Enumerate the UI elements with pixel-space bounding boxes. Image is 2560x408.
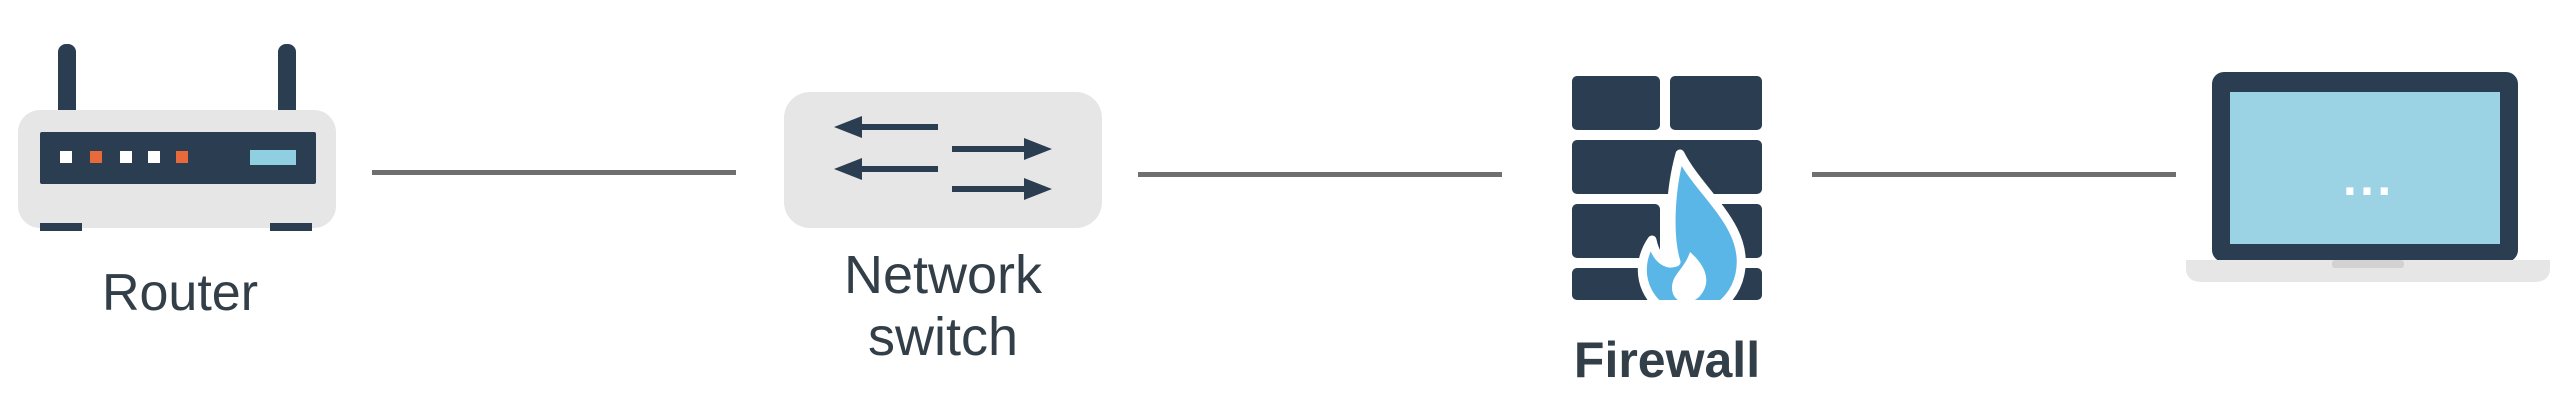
router-icon (18, 44, 336, 231)
router-label: Router (101, 264, 259, 322)
network-diagram: Router Network switch Firewall ... (0, 0, 2560, 408)
network-switch-label-line-2: switch (867, 307, 1019, 367)
firewall-label: Firewall (1573, 332, 1761, 388)
firewall-node (1572, 76, 1762, 300)
connector-router-switch (372, 170, 736, 175)
network-switch-label-line-1: Network (843, 245, 1043, 305)
connector-firewall-laptop (1812, 172, 2176, 177)
laptop-screen-dots: ... (2342, 159, 2394, 205)
router-node (18, 40, 340, 235)
firewall-icon (1572, 76, 1762, 300)
connector-switch-firewall (1138, 172, 1502, 177)
network-switch-node (784, 92, 1102, 228)
laptop-node: ... (2186, 70, 2550, 286)
network-switch-icon (784, 92, 1102, 228)
